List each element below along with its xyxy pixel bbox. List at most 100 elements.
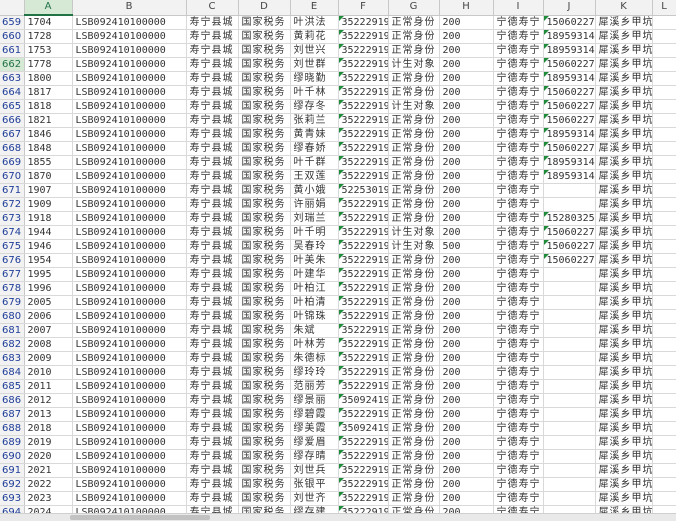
- cell-c[interactable]: 寿宁县城: [186, 57, 239, 72]
- cell-f[interactable]: 35222919: [338, 337, 389, 352]
- cell-b[interactable]: LSB092410100000: [72, 477, 187, 492]
- cell-b[interactable]: LSB092410100000: [72, 29, 187, 44]
- column-header-j[interactable]: J: [543, 0, 596, 16]
- cell-i[interactable]: 宁德寿宁: [493, 491, 544, 506]
- row-header[interactable]: 683: [0, 351, 25, 366]
- cell-e[interactable]: 叶千林: [290, 85, 339, 100]
- cell-h[interactable]: 200: [439, 323, 494, 338]
- cell-j[interactable]: 18959314: [543, 169, 596, 184]
- cell-e[interactable]: 刘瑞兰: [290, 211, 339, 226]
- cell-f[interactable]: 35222919: [338, 253, 389, 268]
- column-header-c[interactable]: C: [186, 0, 239, 16]
- cell-b[interactable]: LSB092410100000: [72, 421, 187, 436]
- cell-a[interactable]: 1821: [24, 113, 73, 128]
- cell-g[interactable]: 正常身份: [388, 43, 440, 58]
- cell-b[interactable]: LSB092410100000: [72, 141, 187, 156]
- cell-h[interactable]: 200: [439, 281, 494, 296]
- cell-j[interactable]: 15280325: [543, 211, 596, 226]
- cell-e[interactable]: 朱德标: [290, 351, 339, 366]
- cell-i[interactable]: 宁德寿宁: [493, 15, 544, 30]
- cell-f[interactable]: 35222919: [338, 477, 389, 492]
- cell-e[interactable]: 范丽芳: [290, 379, 339, 394]
- cell-a[interactable]: 2013: [24, 407, 73, 422]
- cell-l[interactable]: [652, 43, 676, 58]
- cell-g[interactable]: 正常身份: [388, 351, 440, 366]
- cell-f[interactable]: 35222919: [338, 15, 389, 30]
- cell-i[interactable]: 宁德寿宁: [493, 253, 544, 268]
- cell-g[interactable]: 计生对象: [388, 225, 440, 240]
- cell-g[interactable]: 正常身份: [388, 29, 440, 44]
- cell-d[interactable]: 国家税务: [238, 421, 291, 436]
- cell-k[interactable]: 犀溪乡甲坑村: [595, 71, 653, 86]
- cell-g[interactable]: 正常身份: [388, 491, 440, 506]
- row-header[interactable]: 681: [0, 323, 25, 338]
- cell-j[interactable]: [543, 491, 596, 506]
- cell-g[interactable]: 正常身份: [388, 477, 440, 492]
- cell-c[interactable]: 寿宁县城: [186, 491, 239, 506]
- cell-i[interactable]: 宁德寿宁: [493, 463, 544, 478]
- cell-d[interactable]: 国家税务: [238, 379, 291, 394]
- row-header[interactable]: 660: [0, 29, 25, 44]
- cell-j[interactable]: [543, 197, 596, 212]
- row-header[interactable]: 667: [0, 127, 25, 142]
- cell-d[interactable]: 国家税务: [238, 113, 291, 128]
- cell-k[interactable]: 犀溪乡甲坑村: [595, 253, 653, 268]
- cell-d[interactable]: 国家税务: [238, 365, 291, 380]
- cell-a[interactable]: 1846: [24, 127, 73, 142]
- cell-i[interactable]: 宁德寿宁: [493, 309, 544, 324]
- cell-a[interactable]: 2006: [24, 309, 73, 324]
- cell-g[interactable]: 正常身份: [388, 393, 440, 408]
- cell-b[interactable]: LSB092410100000: [72, 267, 187, 282]
- cell-c[interactable]: 寿宁县城: [186, 337, 239, 352]
- cell-f[interactable]: 35222919: [338, 309, 389, 324]
- cell-f[interactable]: 35222919: [338, 29, 389, 44]
- cell-l[interactable]: [652, 435, 676, 450]
- cell-l[interactable]: [652, 113, 676, 128]
- cell-j[interactable]: [543, 407, 596, 422]
- cell-a[interactable]: 1800: [24, 71, 73, 86]
- cell-j[interactable]: [543, 463, 596, 478]
- cell-l[interactable]: [652, 337, 676, 352]
- cell-e[interactable]: 叶千明: [290, 225, 339, 240]
- cell-h[interactable]: 500: [439, 239, 494, 254]
- cell-k[interactable]: 犀溪乡甲坑村: [595, 85, 653, 100]
- cell-f[interactable]: 35222919: [338, 197, 389, 212]
- cell-b[interactable]: LSB092410100000: [72, 351, 187, 366]
- cell-b[interactable]: LSB092410100000: [72, 113, 187, 128]
- cell-j[interactable]: 18959314: [543, 43, 596, 58]
- cell-b[interactable]: LSB092410100000: [72, 225, 187, 240]
- cell-i[interactable]: 宁德寿宁: [493, 365, 544, 380]
- row-header[interactable]: 680: [0, 309, 25, 324]
- cell-d[interactable]: 国家税务: [238, 183, 291, 198]
- column-header-e[interactable]: E: [290, 0, 339, 16]
- cell-c[interactable]: 寿宁县城: [186, 239, 239, 254]
- cell-g[interactable]: 正常身份: [388, 435, 440, 450]
- cell-i[interactable]: 宁德寿宁: [493, 337, 544, 352]
- cell-j[interactable]: [543, 351, 596, 366]
- cell-j[interactable]: 18959314: [543, 29, 596, 44]
- cell-g[interactable]: 正常身份: [388, 127, 440, 142]
- cell-f[interactable]: 35222919: [338, 491, 389, 506]
- cell-d[interactable]: 国家税务: [238, 99, 291, 114]
- column-header-h[interactable]: H: [439, 0, 494, 16]
- cell-d[interactable]: 国家税务: [238, 141, 291, 156]
- cell-j[interactable]: [543, 365, 596, 380]
- cell-i[interactable]: 宁德寿宁: [493, 449, 544, 464]
- cell-l[interactable]: [652, 421, 676, 436]
- cell-l[interactable]: [652, 309, 676, 324]
- cell-f[interactable]: 35222919: [338, 407, 389, 422]
- cell-g[interactable]: 正常身份: [388, 337, 440, 352]
- cell-b[interactable]: LSB092410100000: [72, 281, 187, 296]
- cell-b[interactable]: LSB092410100000: [72, 239, 187, 254]
- cell-b[interactable]: LSB092410100000: [72, 337, 187, 352]
- cell-j[interactable]: 15060227: [543, 141, 596, 156]
- row-header[interactable]: 682: [0, 337, 25, 352]
- cell-f[interactable]: 35222919: [338, 239, 389, 254]
- cell-f[interactable]: 35222919: [338, 141, 389, 156]
- cell-e[interactable]: 黄小娥: [290, 183, 339, 198]
- cell-h[interactable]: 200: [439, 141, 494, 156]
- cell-l[interactable]: [652, 253, 676, 268]
- cell-k[interactable]: 犀溪乡甲坑村: [595, 295, 653, 310]
- row-header[interactable]: 691: [0, 463, 25, 478]
- cell-e[interactable]: 叶锦珠: [290, 309, 339, 324]
